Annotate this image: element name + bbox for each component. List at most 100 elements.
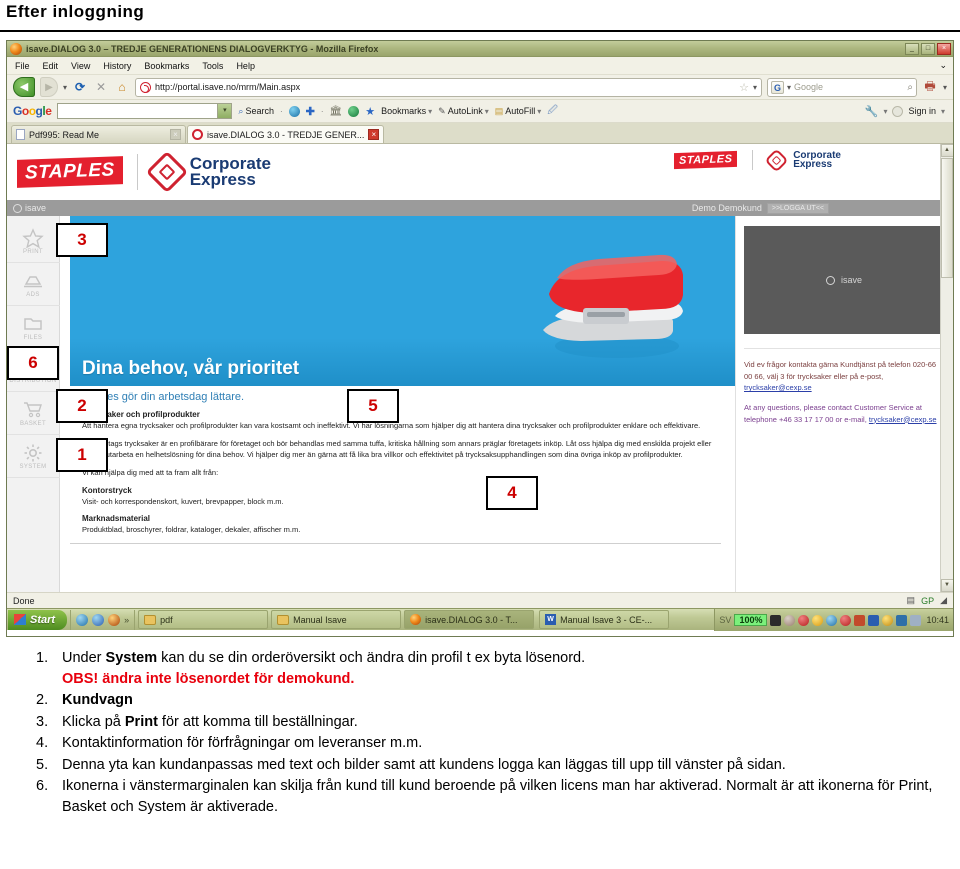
search-icon[interactable]: ⌕	[907, 82, 913, 93]
menu-item-tools[interactable]: Tools	[202, 61, 223, 71]
scroll-up-button[interactable]: ▲	[940, 144, 953, 157]
google-bookmarks-button[interactable]: Bookmarks ▾	[381, 106, 432, 116]
chevron-down-icon-autolink[interactable]: ▾	[485, 107, 489, 116]
google-autolink-label: AutoLink	[447, 106, 483, 116]
tab-pdf995[interactable]: Pdf995: Read Me ×	[11, 125, 186, 143]
logout-button[interactable]: >>LOGGA UT<<	[766, 202, 829, 214]
shield-icon[interactable]	[840, 614, 852, 626]
resize-grip-icon[interactable]: ◢	[940, 595, 947, 606]
sidebar-item-print[interactable]: PRINT	[7, 220, 60, 263]
close-icon-tab2[interactable]: ×	[368, 129, 380, 140]
monitor-icon[interactable]	[868, 614, 880, 626]
sidebar-label-system: SYSTEM	[19, 463, 47, 470]
firefox-quicklaunch-icon[interactable]	[108, 613, 121, 626]
tab-isave-dialog[interactable]: isave.DIALOG 3.0 - TREDJE GENER... ×	[187, 125, 385, 143]
back-arrow-icon[interactable]	[784, 614, 796, 626]
maximize-button[interactable]: □	[921, 43, 935, 55]
taskbar-item-pdf[interactable]: pdf	[138, 610, 269, 629]
forward-button[interactable]: ▶	[40, 77, 58, 97]
minimize-button[interactable]: _	[905, 43, 919, 55]
chart-icon[interactable]	[854, 614, 866, 626]
taskbar-item-isave-dialog[interactable]: isave.DIALOG 3.0 - T...	[404, 610, 535, 629]
proxy-icon[interactable]: GP	[921, 596, 934, 606]
clock[interactable]: 10:41	[926, 615, 949, 625]
close-button[interactable]: ×	[937, 43, 951, 55]
page-scrollbar[interactable]: ▲ ▼	[940, 144, 953, 592]
start-button[interactable]: Start	[8, 609, 68, 630]
sync-icon[interactable]	[826, 614, 838, 626]
scrollbar-thumb[interactable]	[941, 158, 953, 278]
article-paragraph-4: Visit- och korrespondenskort, kuvert, br…	[82, 496, 284, 506]
article-heading-2: Kontorstryck	[82, 485, 132, 495]
chevron-down-icon-bookmarks[interactable]: ▾	[428, 107, 432, 116]
close-icon-tab1[interactable]: ×	[170, 129, 181, 140]
power-icon[interactable]	[770, 614, 782, 626]
taskbar-item-manual-isave-3[interactable]: W Manual Isave 3 - CE-...	[539, 610, 670, 629]
printer-icon[interactable]	[910, 614, 922, 626]
contact-email-sv[interactable]: trycksaker@cexp.se	[744, 383, 812, 392]
browser-window-screenshot: isave.DIALOG 3.0 – TREDJE GENERATIONENS …	[6, 40, 954, 637]
menu-item-history[interactable]: History	[103, 61, 131, 71]
star-icon[interactable]: ★	[365, 105, 375, 118]
menu-item-view[interactable]: View	[71, 61, 90, 71]
menu-item-bookmarks[interactable]: Bookmarks	[144, 61, 189, 71]
language-indicator[interactable]: SV	[719, 615, 731, 625]
address-bar[interactable]: http://portal.isave.no/mrm/Main.aspx ☆ ▾	[135, 77, 762, 97]
sidebar-item-system[interactable]: SYSTEM	[7, 435, 60, 478]
chevron-down-icon-autofill[interactable]: ▾	[537, 107, 541, 116]
earth-icon[interactable]	[348, 105, 360, 117]
zoom-indicator[interactable]: 100%	[734, 614, 768, 626]
sidebar-item-ads[interactable]: ADS	[7, 263, 60, 306]
app-name: isave	[25, 203, 47, 213]
site-header: STAPLES Corporate Express STAPLES Corpor…	[7, 144, 953, 200]
contact-email-en[interactable]: trycksaker@cexp.se	[869, 415, 937, 424]
chevron-down-icon-wrench[interactable]: ▾	[883, 107, 887, 116]
plus-icon[interactable]: ✚	[306, 105, 315, 118]
toolbar-overflow-icon[interactable]: ▾	[943, 83, 947, 92]
instruction-body-6: Ikonerna i vänstermarginalen kan skilja …	[62, 778, 933, 816]
network-icon[interactable]	[896, 614, 908, 626]
bookmark-star-icon[interactable]: ☆	[739, 81, 749, 94]
sun-icon[interactable]	[812, 614, 824, 626]
settings-icon[interactable]	[882, 614, 894, 626]
google-search-input[interactable]: ▾	[57, 103, 233, 119]
bank-icon[interactable]: 🏛	[330, 106, 343, 117]
stop-icon[interactable]: ✕	[93, 80, 109, 94]
chevron-down-icon-signin[interactable]: ▾	[941, 107, 945, 116]
chevron-down-icon[interactable]: ▾	[63, 83, 67, 92]
document-icon	[16, 129, 25, 140]
menu-item-edit[interactable]: Edit	[43, 61, 59, 71]
sidebar-item-files[interactable]: FILES	[7, 306, 60, 349]
reader-icon[interactable]: ▤	[907, 595, 916, 606]
quick-launch-overflow-icon[interactable]: »	[124, 615, 129, 625]
reload-icon[interactable]: ⟳	[72, 80, 88, 94]
taskbar-item-manual-isave[interactable]: Manual Isave	[271, 610, 402, 629]
globe-icon[interactable]	[288, 105, 300, 117]
back-button[interactable]: ◀	[13, 77, 35, 97]
print-preview-icon[interactable]: 🖶	[922, 77, 938, 98]
menu-item-help[interactable]: Help	[236, 61, 255, 71]
address-dropdown-icon[interactable]: ▾	[753, 83, 757, 92]
avatar-icon	[892, 105, 904, 117]
sign-in-button[interactable]: Sign in	[908, 106, 936, 116]
browser-search-box[interactable]: G ▾ Google ⌕	[766, 77, 917, 97]
desktop-icon[interactable]	[76, 613, 89, 626]
google-autofill-button[interactable]: ▤ AutoFill ▾	[495, 106, 542, 117]
google-search-button[interactable]: ⌕ Search	[238, 106, 274, 117]
internet-explorer-icon[interactable]	[92, 613, 105, 626]
sidebar-label-ads: ADS	[26, 291, 40, 298]
wrench-icon[interactable]: 🔧	[865, 105, 879, 118]
menubar-overflow-icon[interactable]: ⌄	[939, 60, 947, 71]
instruction-item-6: 6. Ikonerna i vänstermarginalen kan skil…	[36, 776, 952, 817]
antivirus-icon[interactable]	[798, 614, 810, 626]
search-input[interactable]: Google	[794, 82, 904, 92]
search-engine-dropdown-icon[interactable]: ▾	[787, 83, 791, 92]
menu-item-file[interactable]: File	[15, 61, 30, 71]
highlighter-icon[interactable]: 🖉	[547, 103, 558, 120]
google-autolink-button[interactable]: ✎ AutoLink ▾	[438, 106, 489, 117]
search-engine-icon[interactable]: G	[770, 80, 784, 94]
sidebar-item-basket[interactable]: BASKET	[7, 392, 60, 435]
scroll-down-button[interactable]: ▼	[940, 579, 953, 592]
home-icon[interactable]: ⌂	[114, 80, 130, 94]
google-search-dropdown-icon[interactable]: ▾	[217, 104, 232, 118]
